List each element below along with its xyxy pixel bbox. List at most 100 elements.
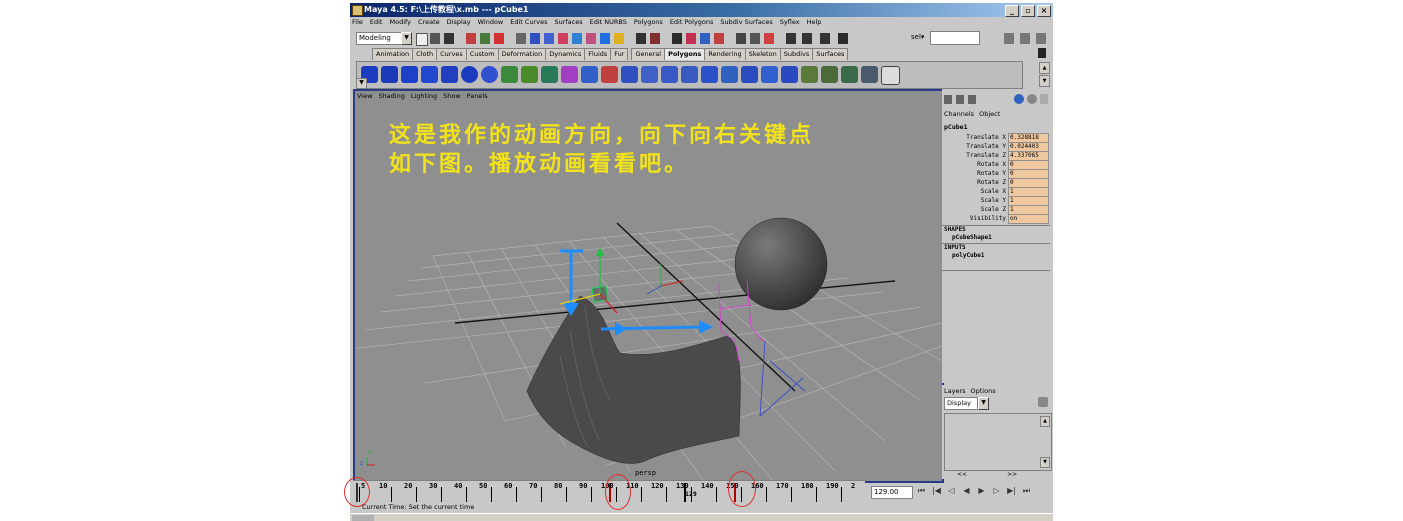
sculpt-icon[interactable] — [861, 66, 878, 83]
shelf-tab-skeleton[interactable]: Skeleton — [744, 48, 781, 60]
poly-torus-icon[interactable] — [461, 66, 478, 83]
make-live-icon[interactable] — [700, 33, 710, 44]
pick-rendering-icon[interactable] — [614, 33, 624, 44]
select-hierarchy-icon[interactable] — [466, 33, 476, 44]
shelf-tab-fur[interactable]: Fur — [610, 48, 629, 60]
menu-edit-nurbs[interactable]: Edit NURBS — [590, 17, 627, 28]
channel-toggle-icon[interactable] — [838, 33, 848, 44]
layer-type-dropdown-arrow[interactable]: ▼ — [978, 397, 989, 410]
layer-type-dropdown[interactable]: Display — [944, 397, 978, 410]
menu-edit-curves[interactable]: Edit Curves — [510, 17, 547, 28]
step-back-frame-button[interactable]: ◁ — [945, 484, 958, 497]
shelf-scroll-up[interactable]: ▲ — [1039, 62, 1050, 74]
select-object-icon[interactable] — [480, 33, 490, 44]
attr-translate-x[interactable]: Translate X 0.328818 — [942, 133, 1049, 143]
play-forwards-button[interactable]: ▶ — [975, 484, 988, 497]
shelf-scroll-down[interactable]: ▼ — [1039, 75, 1050, 87]
play-backwards-button[interactable]: ◀ — [960, 484, 973, 497]
poly-cylinder-icon[interactable] — [401, 66, 418, 83]
channel-layout-2-icon[interactable] — [956, 95, 964, 104]
extract-icon[interactable] — [541, 66, 558, 83]
mask-icon[interactable] — [516, 33, 526, 44]
channel-key-icon[interactable] — [1014, 94, 1024, 104]
go-to-end-button[interactable]: ⏭ — [1020, 484, 1033, 497]
menu-syflex[interactable]: Syflex — [780, 17, 800, 28]
quadrangulate-icon[interactable] — [781, 66, 798, 83]
shelf-tab-polygons[interactable]: Polygons — [664, 48, 706, 60]
pick-joints-icon[interactable] — [544, 33, 554, 44]
pick-curves-icon[interactable] — [558, 33, 568, 44]
merge-vertices-icon[interactable] — [681, 66, 698, 83]
mode-dropdown-arrow[interactable]: ▼ — [401, 32, 412, 45]
shape-node[interactable]: pCubeShape1 — [952, 234, 992, 241]
menu-modify[interactable]: Modify — [389, 17, 411, 28]
tab-options[interactable]: Options — [971, 387, 996, 395]
channel-sound-icon[interactable] — [1027, 94, 1037, 104]
layer-list[interactable]: ▲ ▼ — [944, 413, 1052, 471]
shelf-tab-custom[interactable]: Custom — [465, 48, 499, 60]
menu-polygons[interactable]: Polygons — [634, 17, 663, 28]
channel-layout-1-icon[interactable] — [944, 95, 952, 104]
attr-visibility-value[interactable]: on — [1008, 214, 1049, 224]
sphere-object[interactable] — [734, 217, 828, 311]
cloth-mesh[interactable] — [526, 295, 741, 464]
mode-selector[interactable]: Modeling — [356, 32, 402, 45]
attr-translate-z[interactable]: Translate Z 4.337065 — [942, 151, 1049, 161]
layer-scroll-up[interactable]: ▲ — [1040, 416, 1050, 427]
channel-pin-icon[interactable] — [1040, 94, 1048, 104]
select-component-icon[interactable] — [494, 33, 504, 44]
show-attribute-editor-icon[interactable] — [1004, 33, 1014, 44]
extrude-face-icon[interactable] — [581, 66, 598, 83]
attr-scale-y[interactable]: Scale Y1 — [942, 196, 1049, 206]
pick-handles-icon[interactable] — [530, 33, 540, 44]
attr-translate-y[interactable]: Translate Y 0.024403 — [942, 142, 1049, 152]
cut-faces-icon[interactable] — [661, 66, 678, 83]
menu-window[interactable]: Window — [478, 17, 504, 28]
snap-point-icon[interactable] — [672, 33, 682, 44]
attr-scale-x[interactable]: Scale X1 — [942, 187, 1049, 197]
shelf-menu-button[interactable]: ▼ — [356, 78, 367, 89]
split-polygon-icon[interactable] — [641, 66, 658, 83]
snap-curve-icon[interactable] — [650, 33, 660, 44]
uv-editor-icon[interactable] — [881, 66, 900, 85]
menu-file[interactable]: File — [352, 17, 363, 28]
combine-icon[interactable] — [501, 66, 518, 83]
pick-dynamics-icon[interactable] — [600, 33, 610, 44]
menu-subdiv-surfaces[interactable]: Subdiv Surfaces — [720, 17, 772, 28]
separate-icon[interactable] — [521, 66, 538, 83]
render-current-frame-icon[interactable] — [764, 33, 774, 44]
shelf-trash-icon[interactable] — [1038, 48, 1046, 58]
layer-scroll-right[interactable]: >> — [1007, 471, 1017, 478]
step-forward-key-button[interactable]: ▶| — [1005, 484, 1018, 497]
attr-rotate-z[interactable]: Rotate Z0 — [942, 178, 1049, 188]
hypershade-icon[interactable] — [820, 33, 830, 44]
new-scene-icon[interactable] — [416, 33, 428, 46]
show-channel-box-icon[interactable] — [1036, 33, 1046, 44]
menu-surfaces[interactable]: Surfaces — [554, 17, 582, 28]
shelf-tab-surfaces[interactable]: Surfaces — [812, 48, 849, 60]
shelf-tab-animation[interactable]: Animation — [372, 48, 414, 60]
shelf-tab-dynamics[interactable]: Dynamics — [545, 48, 586, 60]
menu-display[interactable]: Display — [447, 17, 471, 28]
snap-view-icon[interactable] — [686, 33, 696, 44]
render-view-icon[interactable] — [786, 33, 796, 44]
ipr-icon[interactable] — [750, 33, 760, 44]
menu-help[interactable]: Help — [807, 17, 822, 28]
input-node[interactable]: polyCube1 — [952, 252, 985, 259]
minimize-button[interactable]: _ — [1005, 5, 1019, 17]
merge-edges-icon[interactable] — [701, 66, 718, 83]
reduce-icon[interactable] — [801, 66, 818, 83]
shelf-tab-curves[interactable]: Curves — [436, 48, 467, 60]
menu-create[interactable]: Create — [418, 17, 440, 28]
construction-history-icon[interactable] — [714, 33, 724, 44]
shelf-tab-fluids[interactable]: Fluids — [584, 48, 612, 60]
triangulate-icon[interactable] — [761, 66, 778, 83]
start-button[interactable] — [352, 515, 374, 521]
menu-edit-polygons[interactable]: Edit Polygons — [670, 17, 714, 28]
open-scene-icon[interactable] — [430, 33, 440, 44]
shelf-tab-cloth[interactable]: Cloth — [412, 48, 438, 60]
tab-layers[interactable]: Layers — [944, 387, 966, 395]
smooth-icon[interactable] — [561, 66, 578, 83]
layer-scroll-left[interactable]: << — [957, 471, 967, 478]
render-settings-icon[interactable] — [802, 33, 812, 44]
